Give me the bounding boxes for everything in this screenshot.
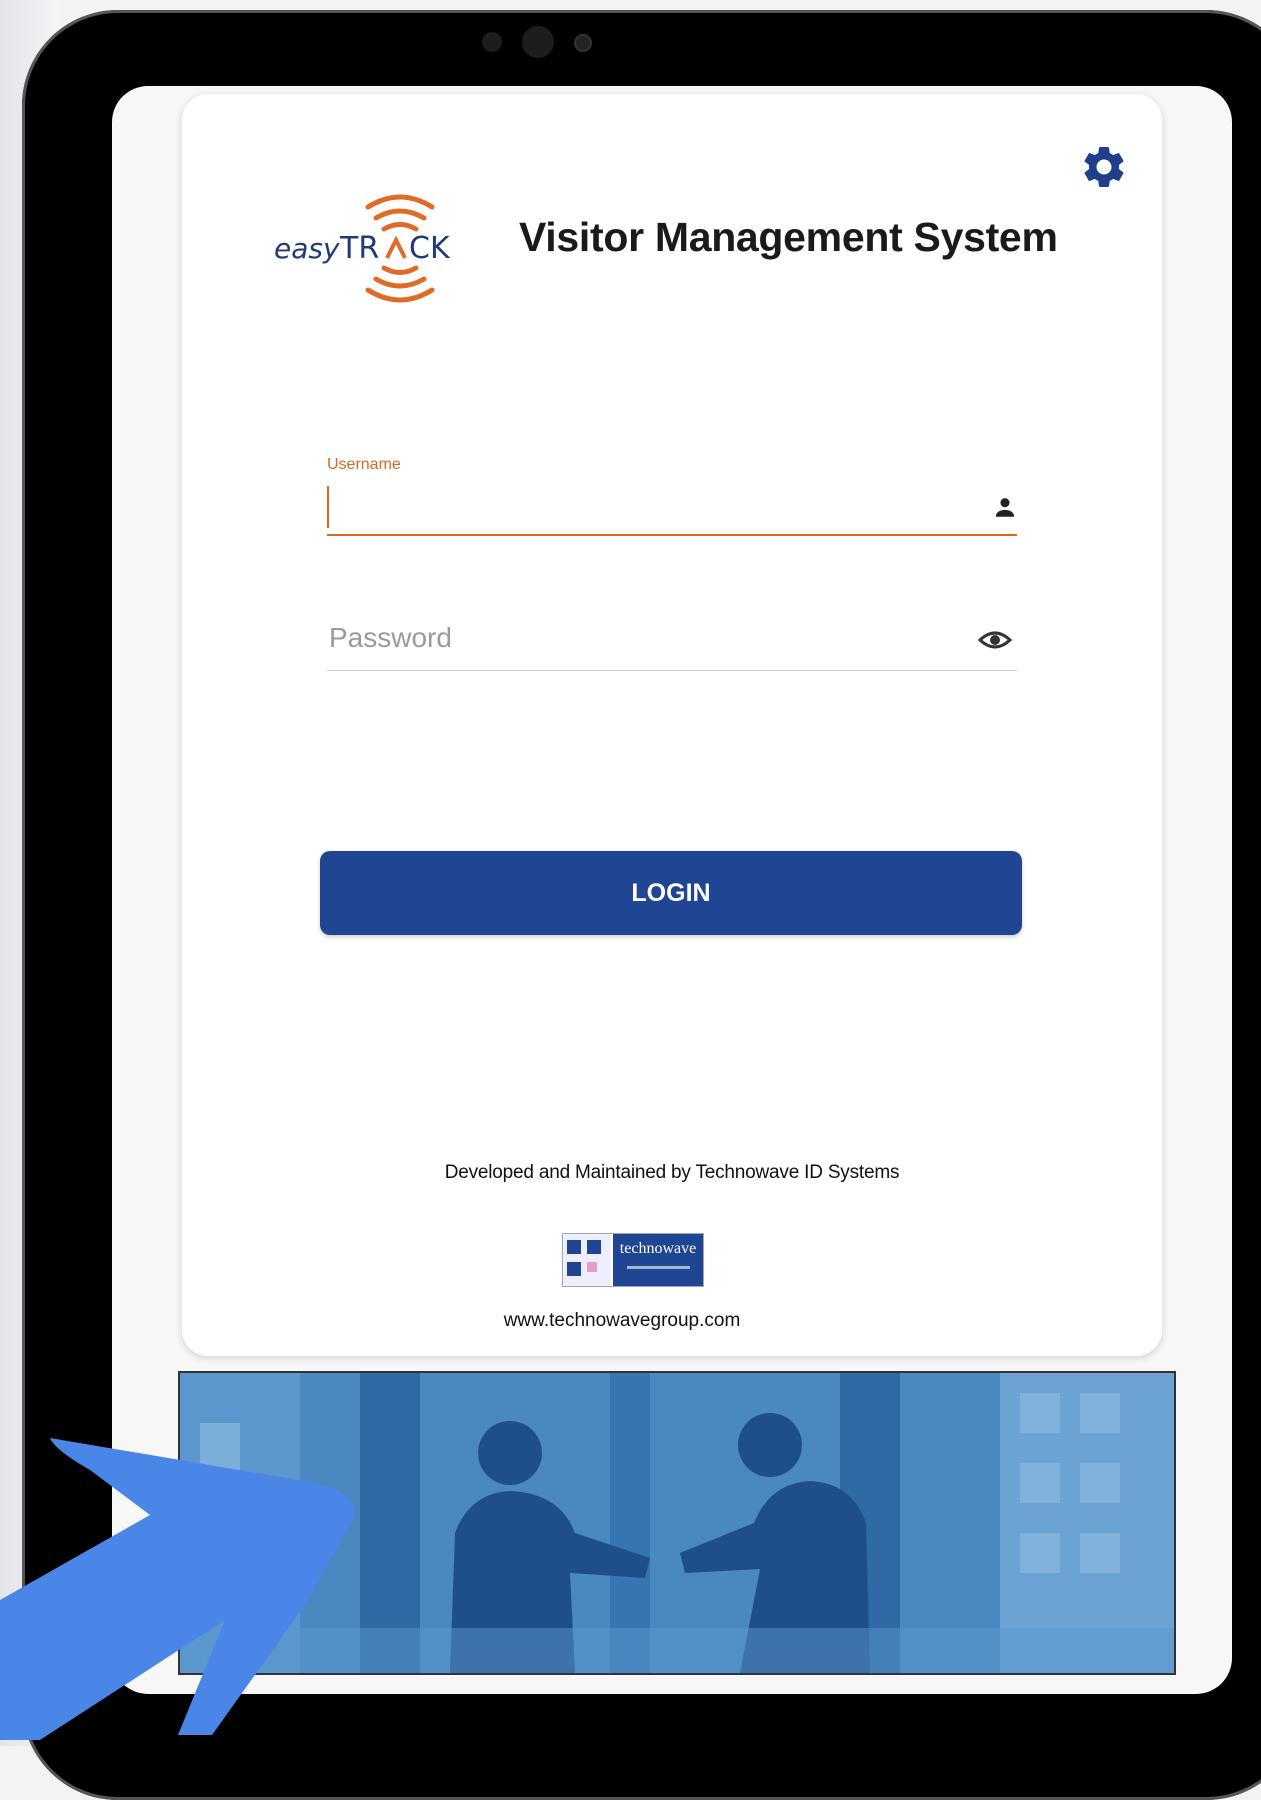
annotation-arrow-icon (0, 1438, 355, 1740)
text-cursor (327, 486, 329, 528)
svg-text:TR: TR (339, 231, 379, 266)
easytrack-logo: easy TR CK (274, 194, 451, 303)
partner-logo-text: technowave (619, 1240, 697, 1257)
username-label: Username (327, 456, 401, 473)
technowave-logo: technowave (562, 1233, 704, 1287)
login-card: easy TR CK Visitor Management System Use… (182, 94, 1162, 1356)
sensor-dot (482, 32, 502, 52)
svg-text:CK: CK (409, 231, 451, 266)
sensor-dot (574, 34, 592, 52)
password-input[interactable]: Password (327, 614, 1017, 671)
eye-icon[interactable] (978, 628, 1012, 652)
gear-icon[interactable] (1079, 142, 1129, 192)
person-icon (995, 498, 1015, 517)
password-placeholder: Password (329, 622, 452, 653)
qr-code-icon (563, 1234, 613, 1286)
username-input[interactable] (327, 482, 1017, 536)
developer-credit: Developed and Maintained by Technowave I… (444, 1162, 900, 1183)
login-button[interactable]: LOGIN (320, 851, 1022, 935)
website-link[interactable]: www.technowavegroup.com (182, 1310, 1062, 1332)
svg-text:easy: easy (274, 232, 340, 265)
page-title: Visitor Management System (519, 214, 1058, 260)
camera-lens (522, 26, 554, 58)
